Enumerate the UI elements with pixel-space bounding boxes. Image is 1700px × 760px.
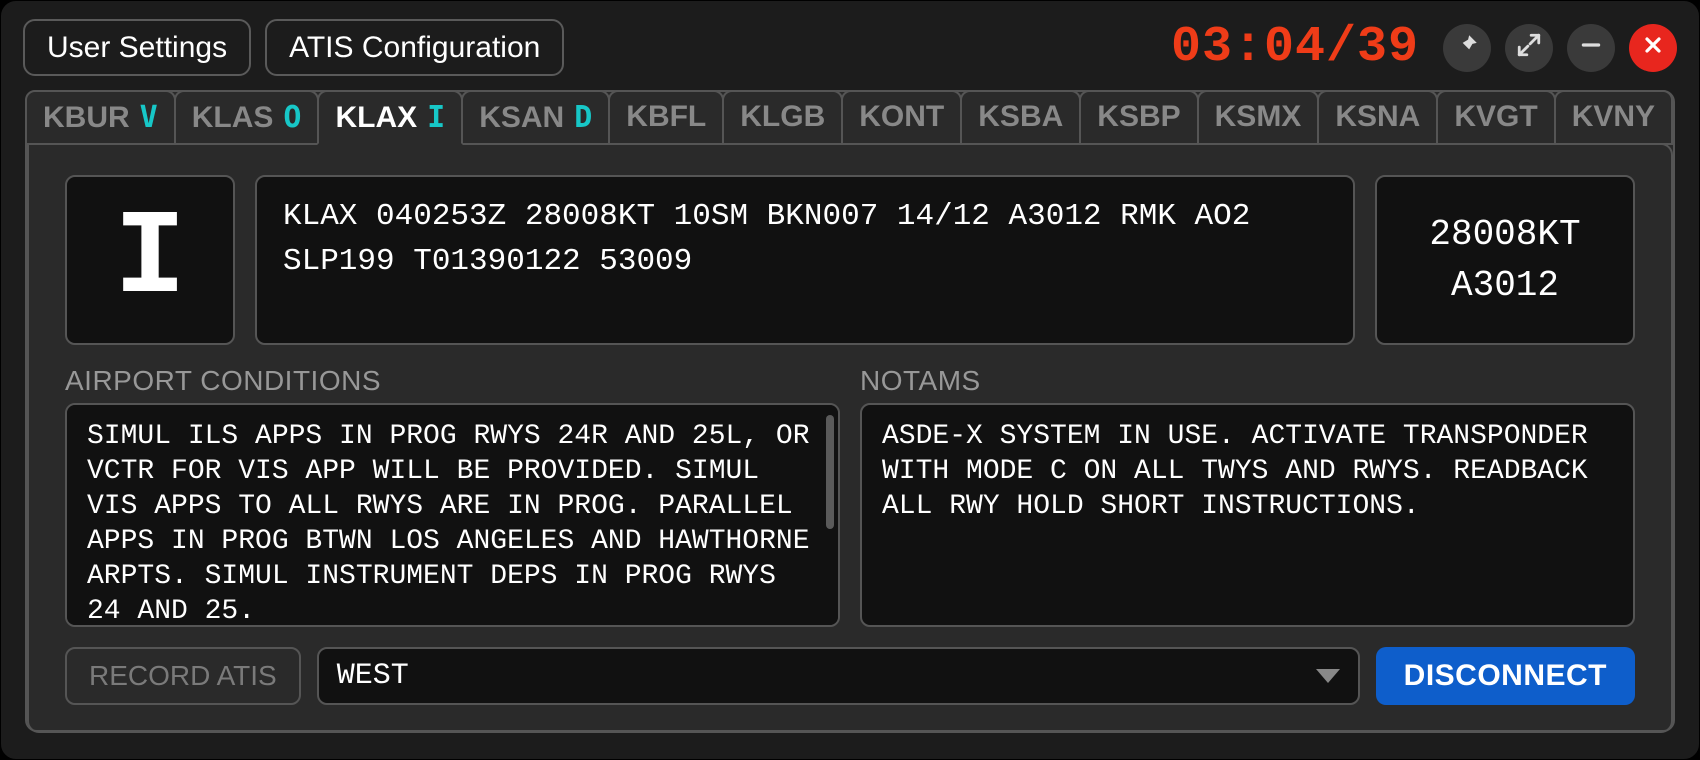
expand-button[interactable]	[1505, 24, 1553, 72]
airport-conditions-column: AIRPORT CONDITIONS SIMUL ILS APPS IN PRO…	[65, 365, 840, 627]
minimize-icon	[1578, 32, 1604, 63]
close-button[interactable]	[1629, 24, 1677, 72]
tab-icao: KVNY	[1572, 100, 1655, 134]
top-bar: User Settings ATIS Configuration 03:04/3…	[1, 1, 1699, 90]
tab-icao: KSMX	[1215, 100, 1302, 134]
atis-configuration-button[interactable]: ATIS Configuration	[265, 19, 564, 76]
tab-ksba[interactable]: KSBA	[960, 90, 1081, 145]
tab-kvgt[interactable]: KVGT	[1436, 90, 1555, 145]
tab-icao: KLGB	[740, 100, 825, 134]
airport-tabs: KBUR V KLAS O KLAX I KSAN D KBFL KLGB KONT KSBA KSBP…	[25, 90, 1673, 145]
tab-content: I KLAX 040253Z 28008KT 10SM BKN007 14/12…	[27, 143, 1673, 733]
footer-row: RECORD ATIS WEST DISCONNECT	[65, 647, 1635, 705]
notams-column: NOTAMS ASDE-X SYSTEM IN USE. ACTIVATE TR…	[860, 365, 1635, 627]
record-atis-button[interactable]: RECORD ATIS	[65, 647, 301, 705]
expand-icon	[1516, 32, 1542, 63]
tab-klax[interactable]: KLAX I	[317, 90, 463, 145]
chevron-down-icon	[1316, 669, 1340, 683]
tab-atis-letter: V	[140, 100, 158, 135]
tab-atis-letter: O	[283, 100, 301, 135]
pin-button[interactable]	[1443, 24, 1491, 72]
main-panel: KBUR V KLAS O KLAX I KSAN D KBFL KLGB KONT KSBA KSBP…	[25, 90, 1675, 732]
minimize-button[interactable]	[1567, 24, 1615, 72]
notams-label: NOTAMS	[860, 365, 1635, 397]
info-row: AIRPORT CONDITIONS SIMUL ILS APPS IN PRO…	[65, 365, 1635, 627]
tab-kont[interactable]: KONT	[841, 90, 962, 145]
tab-icao: KONT	[859, 100, 944, 134]
tab-ksbp[interactable]: KSBP	[1079, 90, 1198, 145]
tab-icao: KBFL	[626, 100, 706, 134]
utc-clock: 03:04/39	[1171, 19, 1419, 76]
wind-altimeter-box: 28008KT A3012	[1375, 175, 1635, 345]
notams-input[interactable]: ASDE-X SYSTEM IN USE. ACTIVATE TRANSPOND…	[860, 403, 1635, 627]
tab-icao: KSBP	[1097, 100, 1180, 134]
altimeter-value: A3012	[1451, 265, 1559, 306]
tab-klas[interactable]: KLAS O	[174, 90, 320, 145]
tab-kbur[interactable]: KBUR V	[25, 90, 176, 145]
tab-icao: KLAX	[335, 101, 417, 135]
tab-icao: KSAN	[479, 101, 564, 135]
pin-icon	[1454, 32, 1480, 63]
disconnect-button[interactable]: DISCONNECT	[1376, 647, 1635, 705]
app-window: User Settings ATIS Configuration 03:04/3…	[0, 0, 1700, 760]
user-settings-button[interactable]: User Settings	[23, 19, 251, 76]
close-icon	[1641, 33, 1665, 62]
direction-select[interactable]: WEST	[317, 647, 1360, 705]
metar-row: I KLAX 040253Z 28008KT 10SM BKN007 14/12…	[65, 175, 1635, 345]
tab-ksan[interactable]: KSAN D	[461, 90, 610, 145]
airport-conditions-input[interactable]: SIMUL ILS APPS IN PROG RWYS 24R AND 25L,…	[65, 403, 840, 627]
tab-atis-letter: D	[574, 100, 592, 135]
tab-icao: KVGT	[1454, 100, 1537, 134]
atis-letter: I	[114, 192, 186, 328]
tab-icao: KLAS	[192, 101, 274, 135]
tab-icao: KBUR	[43, 101, 130, 135]
tab-klgb[interactable]: KLGB	[722, 90, 843, 145]
wind-value: 28008KT	[1429, 214, 1580, 255]
tab-icao: KSBA	[978, 100, 1063, 134]
tab-atis-letter: I	[427, 100, 445, 135]
airport-conditions-label: AIRPORT CONDITIONS	[65, 365, 840, 397]
tab-kbfl[interactable]: KBFL	[608, 90, 724, 145]
tab-ksmx[interactable]: KSMX	[1197, 90, 1320, 145]
metar-text: KLAX 040253Z 28008KT 10SM BKN007 14/12 A…	[255, 175, 1355, 345]
tab-ksna[interactable]: KSNA	[1317, 90, 1438, 145]
direction-value: WEST	[337, 659, 409, 693]
tab-kvny[interactable]: KVNY	[1554, 90, 1673, 145]
tab-icao: KSNA	[1335, 100, 1420, 134]
atis-letter-box: I	[65, 175, 235, 345]
